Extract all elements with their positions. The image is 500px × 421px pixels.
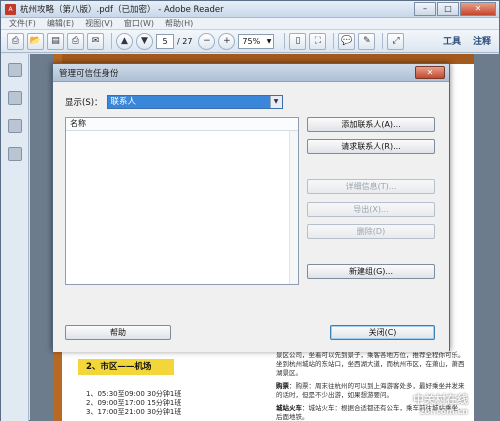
fullscreen-icon[interactable]: ⤢ [387,32,405,50]
export-button[interactable]: 导出(X)... [307,202,435,217]
minimize-button[interactable]: – [414,2,436,16]
dialog-body: 显示(S)： 联系人 ▼ 名称 添加联系人(A)... 请求联系人(R)... … [53,83,449,352]
chevron-down-icon: ▼ [269,96,282,108]
window-close-button[interactable]: ✕ [460,2,496,16]
save-icon[interactable]: ▤ [47,32,64,50]
zoom-in-icon[interactable]: + [218,32,236,50]
toolbar: ⎙ 📂 ▤ ⎙ ✉ ▲ ▼ 5 / 27 − + 75% ▼ ▯ ⛶ 💬 ✎ ⤢… [1,30,499,53]
dialog-title: 管理可信任身份 [59,68,119,79]
menu-view[interactable]: 视图(V) [85,18,113,29]
close-button[interactable]: 关闭(C) [330,325,435,340]
open-icon[interactable]: 📂 [27,32,44,50]
lock-icon[interactable] [7,63,22,77]
menu-help[interactable]: 帮助(H) [165,18,193,29]
delete-button[interactable]: 删除(D) [307,224,435,239]
new-group-button[interactable]: 新建组(G)... [307,264,435,279]
menu-bar: 文件(F) 编辑(E) 视图(V) 窗口(W) 帮助(H) [1,18,499,30]
bookmark-icon[interactable] [7,119,22,133]
fit-page-icon[interactable]: ⛶ [309,32,327,50]
zoom-select[interactable]: 75% ▼ [238,33,275,49]
section-badge: 2、市区——机场 [78,359,174,375]
window-title: 杭州攻略（第八版）.pdf（已加密） - Adobe Reader [20,5,224,15]
menu-window[interactable]: 窗口(W) [124,18,154,29]
maximize-button[interactable]: □ [437,2,459,16]
dialog-title-bar: 管理可信任身份 ✕ [53,64,449,82]
manage-trusted-identities-dialog: 管理可信任身份 ✕ 显示(S)： 联系人 ▼ 名称 添加联系人(A)... 请求… [52,63,450,352]
scroll-mode-icon[interactable]: ▯ [289,32,307,50]
menu-edit[interactable]: 编辑(E) [47,18,74,29]
title-bar: A 杭州攻略（第八版）.pdf（已加密） - Adobe Reader – □ … [1,1,499,18]
show-value: 联系人 [110,97,137,107]
pdf-icon: A [5,3,16,15]
list-item: 2、09:00至17:00 15分钟1班 [86,399,182,407]
page-number-input[interactable]: 5 [156,33,174,49]
zoom-out-icon[interactable]: − [198,32,216,50]
show-label: 显示(S)： [65,98,103,108]
column-header-name[interactable]: 名称 [66,118,298,131]
navigation-panel [1,54,29,421]
dialog-close-icon[interactable]: ✕ [415,66,445,79]
schedule-list: 1、05:30至09:00 30分钟1班 2、09:00至17:00 15分钟1… [86,390,181,417]
email-icon[interactable]: ✉ [87,32,104,50]
chevron-down-icon: ▼ [266,37,272,45]
previous-page-icon[interactable]: ▲ [116,32,133,50]
show-select[interactable]: 联系人 ▼ [106,95,283,109]
pages-icon[interactable] [7,91,22,105]
menu-file[interactable]: 文件(F) [9,18,36,29]
next-page-icon[interactable]: ▼ [136,32,153,50]
identity-list[interactable]: 名称 [65,117,299,285]
sign-icon[interactable]: ✎ [358,32,376,50]
details-button[interactable]: 详细信息(T)... [307,179,435,194]
add-contacts-button[interactable]: 添加联系人(A)... [307,117,435,132]
create-pdf-icon[interactable]: ⎙ [7,32,24,50]
list-item: 1、05:30至09:00 30分钟1班 [86,390,182,398]
page-total: / 27 [177,36,193,46]
attachment-icon[interactable] [7,147,22,161]
paragraph: 景区公司，坐着可以先到景子，乘客各地方位，推荐全程你可乐。坐到杭州城站的东站口，… [276,351,465,377]
comment-icon[interactable]: 💬 [338,32,356,50]
list-scrollbar[interactable] [289,131,298,284]
tools-tab[interactable]: 工具 [443,34,461,47]
comment-tab[interactable]: 注释 [473,34,491,47]
request-contact-button[interactable]: 请求联系人(R)... [307,139,435,154]
print-icon[interactable]: ⎙ [67,32,84,50]
watermark: 中关村在线 zol.com.cn [413,393,468,416]
help-button[interactable]: 帮助 [65,325,171,340]
zoom-value: 75% [242,36,261,46]
list-item: 3、17:00至21:00 30分钟1班 [86,408,182,416]
